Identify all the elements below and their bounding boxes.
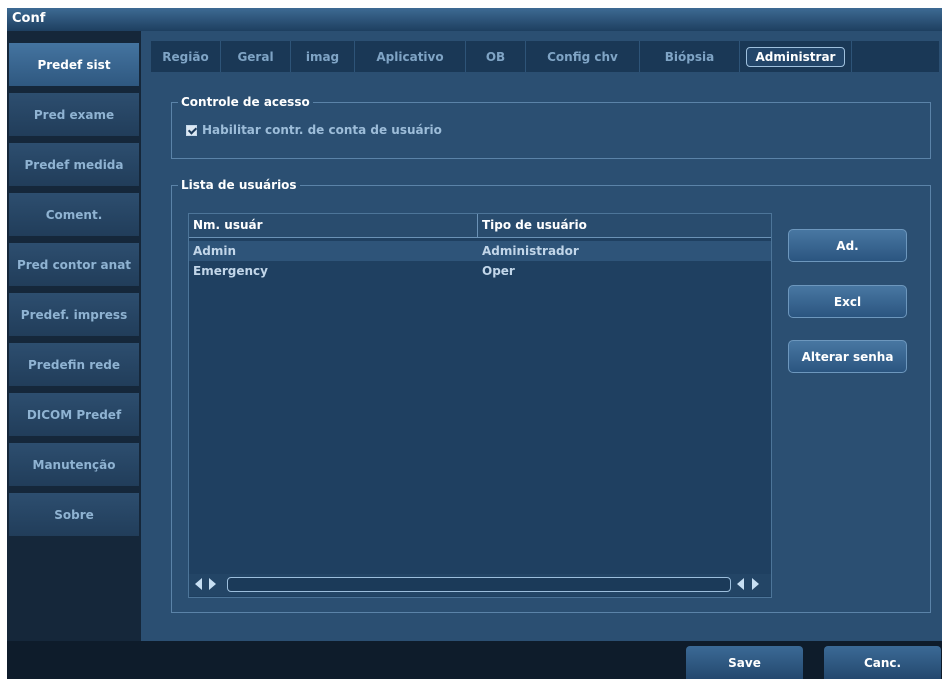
column-header-username[interactable]: Nm. usuár: [193, 218, 263, 232]
bottom-bar: Save Canc.: [7, 641, 942, 679]
sidebar-item-manutencao[interactable]: Manutenção: [9, 443, 139, 486]
tab-regiao[interactable]: Região: [151, 41, 221, 72]
horizontal-scrollbar[interactable]: [189, 574, 771, 596]
cell-username: Emergency: [193, 264, 268, 278]
table-header: Nm. usuár Tipo de usuário: [189, 214, 771, 238]
access-control-label: Controle de acesso: [178, 95, 313, 109]
table-row[interactable]: Admin Administrador: [189, 241, 771, 261]
tab-ob[interactable]: OB: [466, 41, 526, 72]
tab-biopsia[interactable]: Biópsia: [640, 41, 740, 72]
scroll-track[interactable]: [227, 577, 731, 592]
change-password-button[interactable]: Alterar senha: [788, 340, 907, 373]
enable-account-control-label: Habilitar contr. de conta de usuário: [202, 123, 442, 137]
enable-account-control-row[interactable]: Habilitar contr. de conta de usuário: [186, 123, 442, 137]
user-table: Nm. usuár Tipo de usuário Admin Administ…: [188, 213, 772, 598]
cell-usertype: Oper: [482, 264, 515, 278]
tab-geral[interactable]: Geral: [221, 41, 291, 72]
sidebar-item-predef-sist[interactable]: Predef sist: [9, 43, 139, 86]
sidebar-item-sobre[interactable]: Sobre: [9, 493, 139, 536]
tab-administrar-label: Administrar: [745, 46, 846, 67]
checkbox-icon[interactable]: [186, 124, 197, 136]
settings-window: Conf Predef sist Pred exame Predef medid…: [7, 8, 942, 679]
tab-aplicativo[interactable]: Aplicativo: [355, 41, 466, 72]
tab-bar: Região Geral imag Aplicativo OB Config c…: [151, 41, 939, 72]
tab-config-chv[interactable]: Config chv: [526, 41, 640, 72]
cell-usertype: Administrador: [482, 244, 579, 258]
main-panel: Região Geral imag Aplicativo OB Config c…: [141, 31, 942, 641]
window-title: Conf: [12, 11, 46, 26]
scroll-right-icon[interactable]: [752, 578, 759, 590]
sidebar-item-pred-contor-anat[interactable]: Pred contor anat: [9, 243, 139, 286]
sidebar-item-predef-medida[interactable]: Predef medida: [9, 143, 139, 186]
tab-imag[interactable]: imag: [291, 41, 355, 72]
cell-username: Admin: [193, 244, 237, 258]
delete-user-button[interactable]: Excl: [788, 285, 907, 318]
cancel-button[interactable]: Canc.: [824, 646, 941, 679]
user-list-label: Lista de usuários: [178, 178, 300, 192]
sidebar: Predef sist Pred exame Predef medida Com…: [7, 31, 141, 641]
sidebar-item-predef-impress[interactable]: Predef. impress: [9, 293, 139, 336]
scroll-left-icon[interactable]: [737, 578, 744, 590]
scroll-right-icon[interactable]: [209, 578, 216, 590]
scroll-left-icon[interactable]: [195, 578, 202, 590]
add-user-button[interactable]: Ad.: [788, 229, 907, 262]
save-button[interactable]: Save: [686, 646, 803, 679]
table-row[interactable]: Emergency Oper: [189, 261, 771, 281]
title-bar: Conf: [7, 8, 942, 31]
sidebar-item-coment[interactable]: Coment.: [9, 193, 139, 236]
column-header-usertype[interactable]: Tipo de usuário: [482, 218, 587, 232]
sidebar-item-dicom-predef[interactable]: DICOM Predef: [9, 393, 139, 436]
sidebar-item-pred-exame[interactable]: Pred exame: [9, 93, 139, 136]
access-control-group: Controle de acesso Habilitar contr. de c…: [171, 95, 931, 159]
sidebar-item-predefin-rede[interactable]: Predefin rede: [9, 343, 139, 386]
tab-administrar[interactable]: Administrar: [740, 41, 852, 72]
